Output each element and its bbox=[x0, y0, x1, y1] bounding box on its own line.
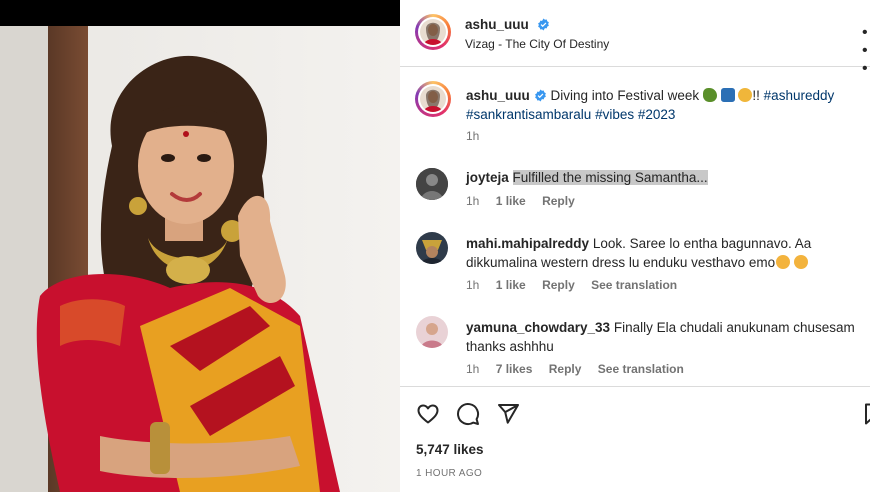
fairy-emoji bbox=[738, 88, 753, 102]
comment-text: yamuna_chowdary_33 Finally Ela chudali a… bbox=[466, 318, 856, 356]
commenter-avatar-image bbox=[416, 232, 448, 264]
commenter-username[interactable]: mahi.mahipalreddy bbox=[466, 236, 589, 251]
comment-time[interactable]: 1h bbox=[466, 194, 479, 208]
hashtag-link[interactable]: #2023 bbox=[638, 107, 676, 122]
author-username[interactable]: ashu_uuu bbox=[465, 17, 529, 32]
likes-count[interactable]: 5,747 likes bbox=[416, 442, 484, 457]
turtle-emoji bbox=[702, 88, 717, 102]
comment-text: joyteja Fulfilled the missing Samantha..… bbox=[466, 168, 856, 187]
star-struck-emoji bbox=[794, 255, 809, 269]
comment-time[interactable]: 1h bbox=[466, 278, 479, 292]
commenter-avatar[interactable] bbox=[416, 168, 448, 200]
caption-time[interactable]: 1h bbox=[466, 129, 479, 143]
author-avatar-image bbox=[420, 19, 446, 45]
commenter-avatar-image bbox=[416, 316, 448, 348]
post-timestamp[interactable]: 1 HOUR AGO bbox=[416, 468, 482, 479]
verified-badge-icon bbox=[534, 89, 546, 102]
see-translation-button[interactable]: See translation bbox=[598, 362, 684, 376]
comment-body: Fulfilled the missing Samantha... bbox=[512, 170, 708, 185]
comment-likes[interactable]: 1 like bbox=[496, 278, 526, 292]
post-location[interactable]: Vizag - The City Of Destiny bbox=[465, 37, 609, 51]
comment-meta: 1h 1 like Reply See translation bbox=[466, 278, 690, 292]
reply-button[interactable]: Reply bbox=[542, 278, 575, 292]
caption-author-avatar[interactable] bbox=[415, 81, 451, 117]
see-translation-button[interactable]: See translation bbox=[591, 278, 677, 292]
more-icon[interactable]: • • • bbox=[862, 24, 870, 78]
verified-badge-icon bbox=[538, 18, 550, 31]
comment-time[interactable]: 1h bbox=[466, 362, 479, 376]
comment-likes[interactable]: 1 like bbox=[496, 194, 526, 208]
hashtag-link[interactable]: #sankrantisambaralu bbox=[466, 107, 591, 122]
comment-meta: 1h 7 likes Reply See translation bbox=[466, 362, 697, 376]
commenter-avatar-image bbox=[416, 168, 448, 200]
post-header: ashu_uuu Vizag - The City Of Destiny • •… bbox=[400, 0, 870, 77]
caption-username[interactable]: ashu_uuu bbox=[466, 88, 530, 103]
caption-body: Diving into Festival week bbox=[550, 88, 700, 103]
comment-meta: 1h 1 like Reply bbox=[466, 194, 588, 208]
share-icon[interactable] bbox=[496, 402, 520, 426]
butterfly-emoji bbox=[720, 88, 735, 102]
comment-text: mahi.mahipalreddy Look. Saree lo entha b… bbox=[466, 234, 856, 272]
hashtag-link[interactable]: #ashureddy bbox=[764, 88, 835, 103]
actions-divider bbox=[400, 386, 870, 387]
star-struck-emoji bbox=[776, 255, 791, 269]
commenter-username[interactable]: joyteja bbox=[466, 170, 509, 185]
commenter-username[interactable]: yamuna_chowdary_33 bbox=[466, 320, 610, 335]
caption-text: ashu_uuu Diving into Festival week !! #a… bbox=[466, 86, 856, 124]
caption-avatar-image bbox=[420, 86, 446, 112]
commenter-avatar[interactable] bbox=[416, 316, 448, 348]
heart-icon[interactable] bbox=[416, 402, 440, 426]
comment-likes[interactable]: 7 likes bbox=[496, 362, 533, 376]
post-photo-illustration bbox=[0, 26, 400, 492]
caption-tail: !! bbox=[752, 88, 760, 103]
reply-button[interactable]: Reply bbox=[542, 194, 575, 208]
post-photo-pane bbox=[0, 0, 400, 492]
reply-button[interactable]: Reply bbox=[549, 362, 582, 376]
hashtag-link[interactable]: #vibes bbox=[595, 107, 634, 122]
comment-icon[interactable] bbox=[456, 402, 480, 426]
author-avatar[interactable] bbox=[415, 14, 451, 50]
post-details-panel: ashu_uuu Vizag - The City Of Destiny • •… bbox=[400, 0, 870, 492]
post-photo[interactable] bbox=[0, 26, 400, 492]
commenter-avatar[interactable] bbox=[416, 232, 448, 264]
bookmark-icon[interactable] bbox=[862, 402, 870, 426]
